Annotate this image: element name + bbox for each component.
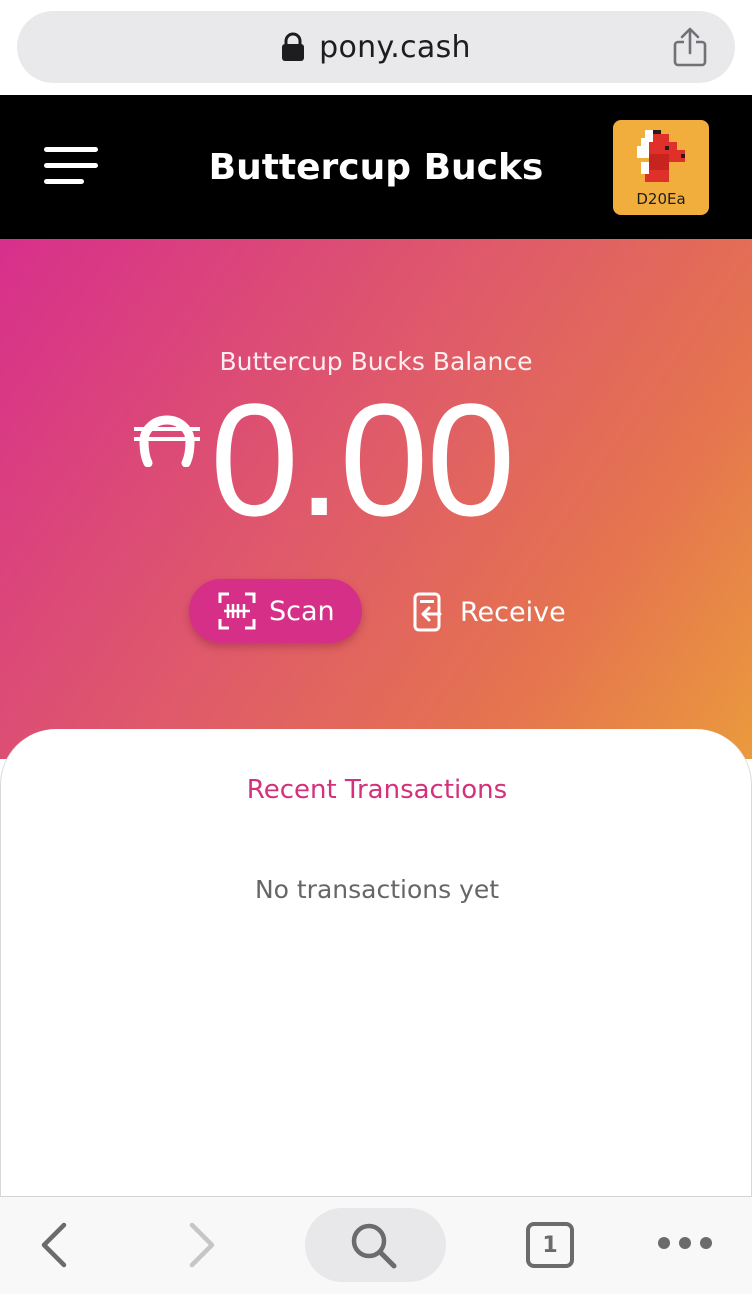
balance-panel: Buttercup Bucks Balance 0.00 Scan Receiv… xyxy=(0,239,752,759)
user-avatar[interactable]: D20Ea xyxy=(613,120,709,215)
receive-label: Receive xyxy=(460,596,566,628)
horseshoe-currency-icon xyxy=(132,411,202,468)
balance-amount: 0.00 xyxy=(210,370,515,549)
avatar-label: D20Ea xyxy=(636,190,686,208)
scan-label: Scan xyxy=(269,595,335,627)
forward-arrow-icon[interactable] xyxy=(184,1221,220,1269)
browser-address-bar-area: pony.cash xyxy=(0,0,752,95)
scan-icon xyxy=(217,591,257,631)
lock-icon xyxy=(281,32,305,62)
share-icon[interactable] xyxy=(671,27,709,67)
back-arrow-icon[interactable] xyxy=(36,1221,72,1269)
browser-toolbar: 1 xyxy=(0,1196,752,1294)
scan-button[interactable]: Scan xyxy=(189,579,362,643)
transactions-card: Recent Transactions No transactions yet xyxy=(0,729,752,1196)
recent-transactions-title: Recent Transactions xyxy=(246,775,508,805)
hamburger-menu-icon[interactable] xyxy=(40,143,100,189)
tab-count: 1 xyxy=(542,1232,558,1258)
more-icon[interactable] xyxy=(656,1233,714,1253)
search-icon xyxy=(349,1221,399,1271)
search-button[interactable] xyxy=(305,1208,446,1282)
empty-transactions-message: No transactions yet xyxy=(254,875,500,904)
receive-button[interactable]: Receive xyxy=(410,591,566,633)
receive-icon xyxy=(410,592,446,632)
address-bar[interactable]: pony.cash xyxy=(17,11,735,83)
url-text[interactable]: pony.cash xyxy=(319,30,471,65)
pony-avatar-icon xyxy=(629,126,693,190)
